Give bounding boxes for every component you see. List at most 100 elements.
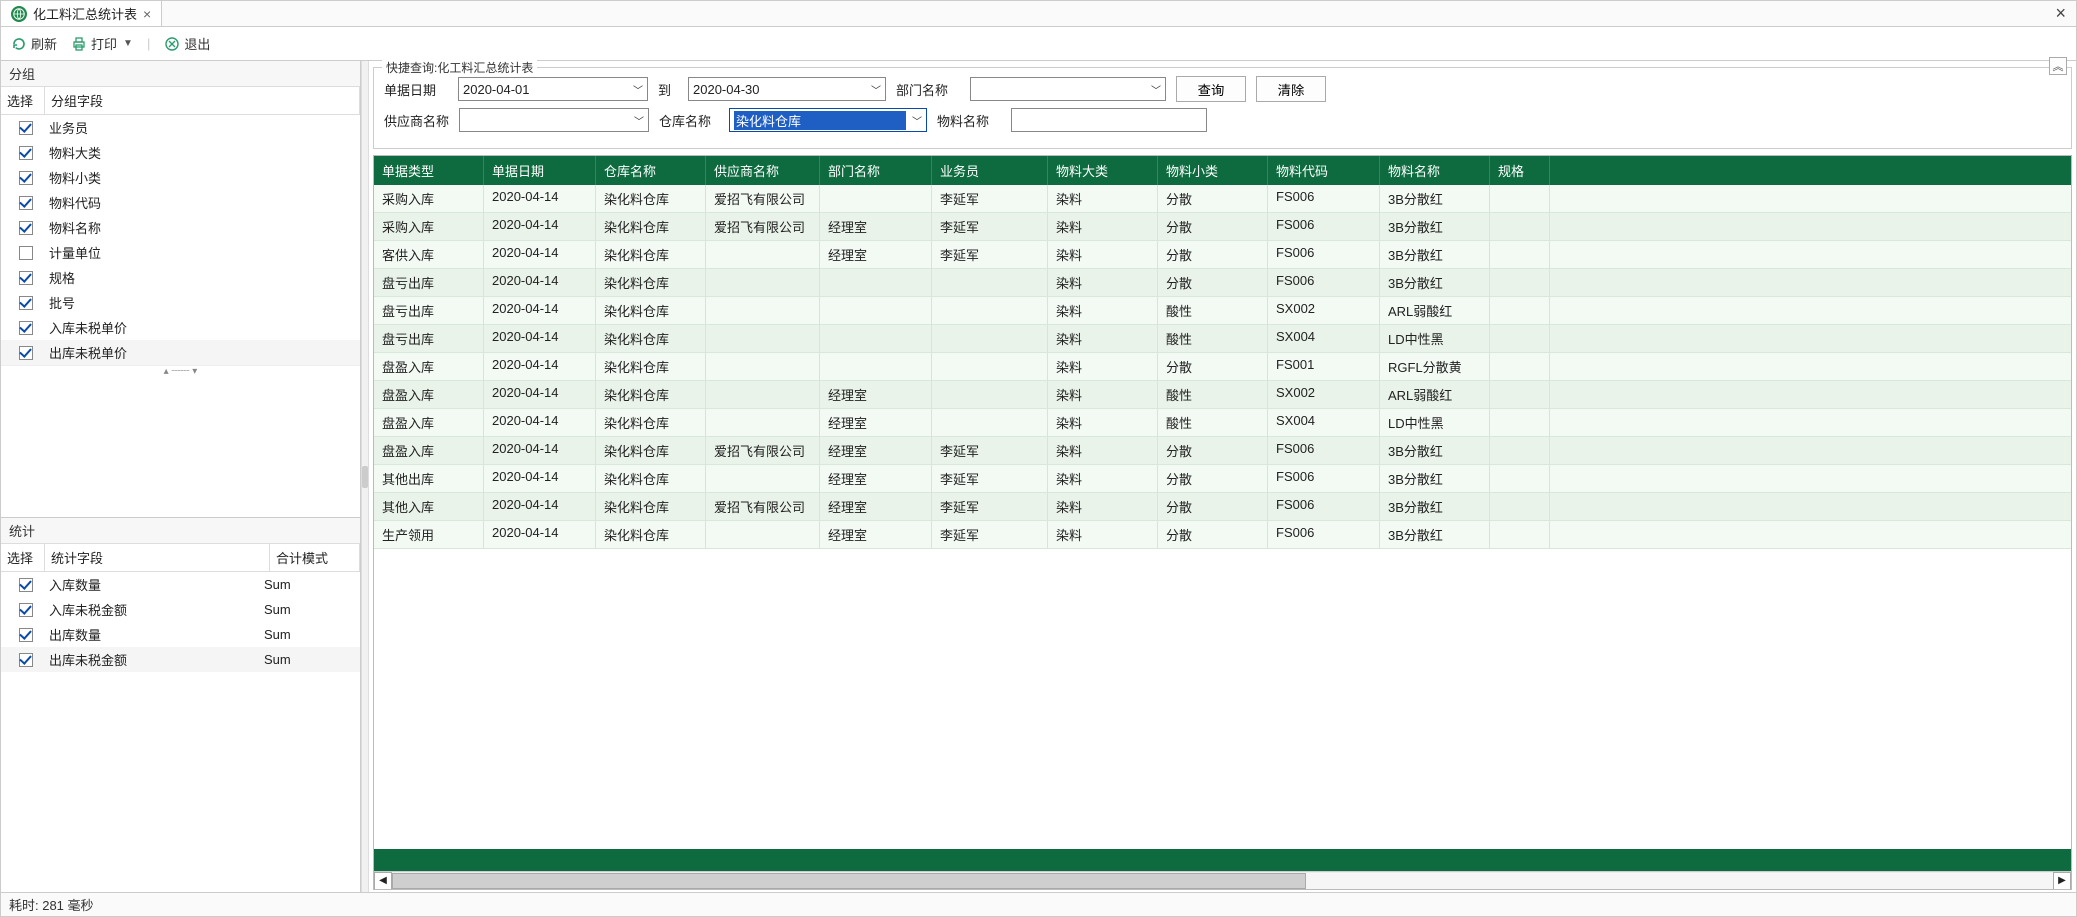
table-row[interactable]: 生产领用2020-04-14染化料仓库经理室李延军染料分散FS0063B分散红 <box>374 521 2071 549</box>
table-row[interactable]: 采购入库2020-04-14染化料仓库爱招飞有限公司经理室李延军染料分散FS00… <box>374 213 2071 241</box>
table-body[interactable]: 采购入库2020-04-14染化料仓库爱招飞有限公司李延军染料分散FS0063B… <box>374 185 2071 849</box>
dept-select[interactable]: ﹀ <box>970 77 1166 101</box>
table-cell <box>1490 521 1550 548</box>
table-cell: 3B分散红 <box>1380 241 1490 268</box>
table-row[interactable]: 盘盈入库2020-04-14染化料仓库经理室染料酸性SX002ARL弱酸红 <box>374 381 2071 409</box>
table-row[interactable]: 盘盈入库2020-04-14染化料仓库经理室染料酸性SX004LD中性黑 <box>374 409 2071 437</box>
checkbox[interactable] <box>19 196 33 210</box>
table-column-header[interactable]: 物料名称 <box>1380 156 1490 185</box>
group-field-row[interactable]: 物料代码 <box>1 190 360 215</box>
table-column-header[interactable]: 部门名称 <box>820 156 932 185</box>
table-cell: 2020-04-14 <box>484 269 596 296</box>
table-column-header[interactable]: 物料小类 <box>1158 156 1268 185</box>
warehouse-select[interactable]: 染化料仓库 ﹀ <box>729 108 927 132</box>
checkbox[interactable] <box>19 221 33 235</box>
table-column-header[interactable]: 单据类型 <box>374 156 484 185</box>
group-field-label: 物料小类 <box>49 168 101 187</box>
scroll-thumb[interactable] <box>392 873 1306 889</box>
scroll-right-icon[interactable]: ▶ <box>2053 872 2071 890</box>
table-cell: 染料 <box>1048 353 1158 380</box>
group-field-row[interactable]: 批号 <box>1 290 360 315</box>
print-dropdown-icon[interactable]: ▼ <box>123 38 133 49</box>
table-column-header[interactable]: 业务员 <box>932 156 1048 185</box>
table-cell <box>706 353 820 380</box>
table-row[interactable]: 盘盈入库2020-04-14染化料仓库爱招飞有限公司经理室李延军染料分散FS00… <box>374 437 2071 465</box>
search-button[interactable]: 查询 <box>1176 76 1246 102</box>
table-cell: 2020-04-14 <box>484 297 596 324</box>
clear-button[interactable]: 清除 <box>1256 76 1326 102</box>
vertical-splitter[interactable] <box>361 61 369 892</box>
group-field-row[interactable]: 物料名称 <box>1 215 360 240</box>
print-button[interactable]: 打印 ▼ <box>71 34 133 53</box>
material-input[interactable] <box>1011 108 1207 132</box>
table-row[interactable]: 客供入库2020-04-14染化料仓库经理室李延军染料分散FS0063B分散红 <box>374 241 2071 269</box>
checkbox[interactable] <box>19 628 33 642</box>
table-cell: 爱招飞有限公司 <box>706 185 820 212</box>
table-column-header[interactable]: 单据日期 <box>484 156 596 185</box>
table-column-header[interactable]: 规格 <box>1490 156 1550 185</box>
checkbox[interactable] <box>19 296 33 310</box>
checkbox[interactable] <box>19 246 33 260</box>
table-column-header[interactable]: 物料代码 <box>1268 156 1380 185</box>
table-row[interactable]: 盘盈入库2020-04-14染化料仓库染料分散FS001RGFL分散黄 <box>374 353 2071 381</box>
tab-active[interactable]: 化工料汇总统计表 × <box>1 1 162 26</box>
stat-field-row[interactable]: 出库数量Sum <box>1 622 360 647</box>
table-cell: SX002 <box>1268 381 1380 408</box>
table-cell: 3B分散红 <box>1380 521 1490 548</box>
table-cell <box>706 465 820 492</box>
checkbox[interactable] <box>19 603 33 617</box>
table-row[interactable]: 盘亏出库2020-04-14染化料仓库染料酸性SX004LD中性黑 <box>374 325 2071 353</box>
stat-field-row[interactable]: 入库数量Sum <box>1 572 360 597</box>
horizontal-splitter[interactable]: ▴ ┈┈┈ ▾ <box>1 365 360 377</box>
supplier-select[interactable]: ﹀ <box>459 108 649 132</box>
checkbox[interactable] <box>19 578 33 592</box>
exit-icon <box>164 36 180 52</box>
table-column-header[interactable]: 物料大类 <box>1048 156 1158 185</box>
group-field-row[interactable]: 业务员 <box>1 115 360 140</box>
exit-button[interactable]: 退出 <box>164 34 210 53</box>
table-row[interactable]: 其他入库2020-04-14染化料仓库爱招飞有限公司经理室李延军染料分散FS00… <box>374 493 2071 521</box>
scroll-left-icon[interactable]: ◀ <box>374 872 392 890</box>
date-to-input[interactable]: 2020-04-30 ﹀ <box>688 77 886 101</box>
table-row[interactable]: 盘亏出库2020-04-14染化料仓库染料分散FS0063B分散红 <box>374 269 2071 297</box>
table-row[interactable]: 其他出库2020-04-14染化料仓库经理室李延军染料分散FS0063B分散红 <box>374 465 2071 493</box>
horizontal-scrollbar[interactable]: ◀ ▶ <box>374 871 2071 889</box>
table-cell: 分散 <box>1158 241 1268 268</box>
group-field-label: 规格 <box>49 268 75 287</box>
close-icon[interactable]: × <box>2045 3 2076 24</box>
table-cell: 经理室 <box>820 241 932 268</box>
refresh-icon <box>11 36 27 52</box>
checkbox[interactable] <box>19 171 33 185</box>
refresh-button[interactable]: 刷新 <box>11 34 57 53</box>
status-text: 耗时: 281 毫秒 <box>9 895 94 914</box>
tab-close-icon[interactable]: × <box>143 7 151 21</box>
status-bar: 耗时: 281 毫秒 <box>1 892 2076 916</box>
table-row[interactable]: 盘亏出库2020-04-14染化料仓库染料酸性SX002ARL弱酸红 <box>374 297 2071 325</box>
group-field-row[interactable]: 出库未税单价 <box>1 340 360 365</box>
chevron-up-icon: ︽ <box>2053 58 2064 74</box>
table-column-header[interactable]: 供应商名称 <box>706 156 820 185</box>
group-field-row[interactable]: 物料大类 <box>1 140 360 165</box>
checkbox[interactable] <box>19 146 33 160</box>
group-field-label: 批号 <box>49 293 75 312</box>
collapse-query-button[interactable]: ︽ <box>2049 57 2067 75</box>
checkbox[interactable] <box>19 653 33 667</box>
stat-field-row[interactable]: 出库未税金额Sum <box>1 647 360 672</box>
stat-field-row[interactable]: 入库未税金额Sum <box>1 597 360 622</box>
group-header: 选择 分组字段 <box>1 87 360 115</box>
checkbox[interactable] <box>19 271 33 285</box>
checkbox[interactable] <box>19 121 33 135</box>
group-field-row[interactable]: 计量单位 <box>1 240 360 265</box>
table-row[interactable]: 采购入库2020-04-14染化料仓库爱招飞有限公司李延军染料分散FS0063B… <box>374 185 2071 213</box>
table-cell: FS001 <box>1268 353 1380 380</box>
group-field-row[interactable]: 入库未税单价 <box>1 315 360 340</box>
group-field-row[interactable]: 物料小类 <box>1 165 360 190</box>
stat-field-mode: Sum <box>264 577 354 592</box>
group-field-row[interactable]: 规格 <box>1 265 360 290</box>
checkbox[interactable] <box>19 321 33 335</box>
table-cell: 生产领用 <box>374 521 484 548</box>
table-column-header[interactable]: 仓库名称 <box>596 156 706 185</box>
date-from-input[interactable]: 2020-04-01 ﹀ <box>458 77 648 101</box>
table-cell <box>820 269 932 296</box>
checkbox[interactable] <box>19 346 33 360</box>
